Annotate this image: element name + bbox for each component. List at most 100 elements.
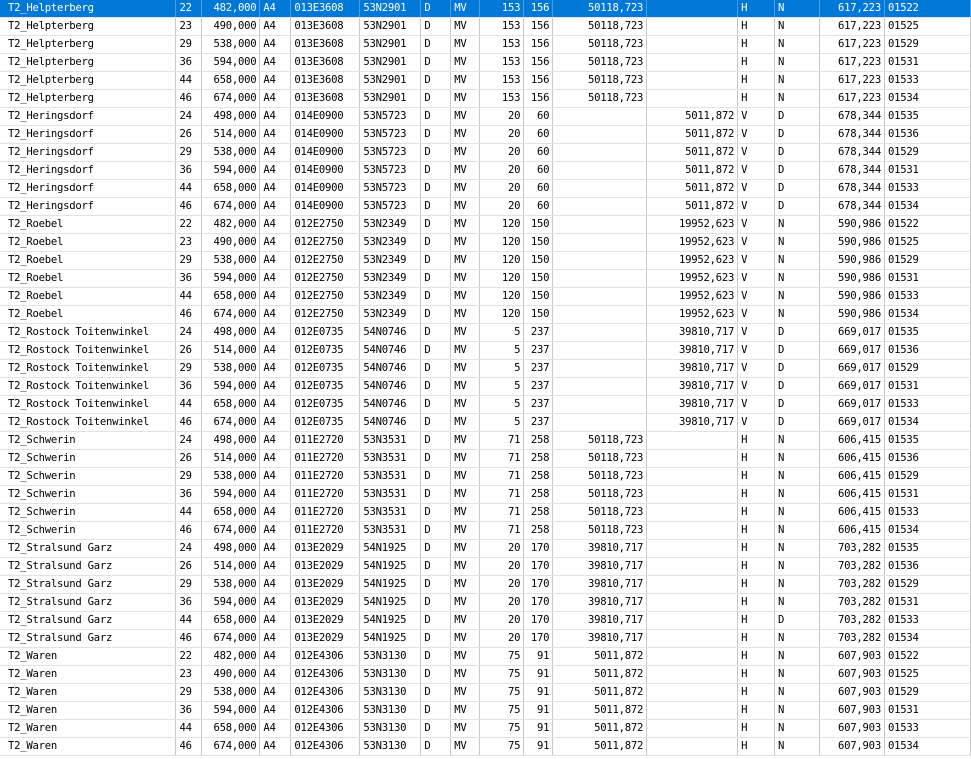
- table-cell[interactable]: 594,000: [201, 485, 261, 504]
- table-cell[interactable]: 01534: [884, 305, 971, 324]
- table-cell[interactable]: 617,223: [819, 53, 885, 72]
- table-cell[interactable]: 75: [479, 701, 525, 720]
- table-cell[interactable]: 54N1925: [359, 575, 422, 594]
- table-cell[interactable]: 22: [175, 215, 203, 234]
- table-cell[interactable]: D: [774, 107, 820, 126]
- table-cell[interactable]: V: [737, 233, 776, 252]
- table-cell[interactable]: 538,000: [201, 251, 261, 270]
- table-row[interactable]: T2_Helpterberg 23 490,000 A4 013E3608 53N2901…: [0, 17, 971, 36]
- table-cell[interactable]: 53N2901: [359, 89, 422, 108]
- table-cell[interactable]: A4: [259, 413, 292, 432]
- table-cell[interactable]: 53N2349: [359, 287, 422, 306]
- table-cell[interactable]: 658,000: [201, 287, 261, 306]
- table-row[interactable]: T2_Helpterberg 22 482,000 A4 013E3608 53N2901…: [0, 0, 971, 18]
- table-cell[interactable]: MV: [450, 665, 481, 684]
- table-cell[interactable]: 53N3531: [359, 503, 422, 522]
- table-cell[interactable]: 75: [479, 737, 525, 756]
- table-cell[interactable]: A4: [259, 89, 292, 108]
- table-cell[interactable]: [646, 521, 739, 540]
- table-cell[interactable]: 258: [523, 485, 554, 504]
- table-cell[interactable]: T2_Heringsdorf: [0, 107, 177, 126]
- table-cell[interactable]: 5011,872: [552, 665, 648, 684]
- table-cell[interactable]: A4: [259, 17, 292, 36]
- table-row[interactable]: T2_Rostock Toitenwinkel 44 658,000 A4 012E07…: [0, 395, 971, 414]
- table-cell[interactable]: 54N0746: [359, 341, 422, 360]
- table-cell[interactable]: D: [420, 323, 452, 342]
- table-cell[interactable]: 237: [523, 413, 554, 432]
- table-cell[interactable]: D: [420, 35, 452, 54]
- table-cell[interactable]: 156: [523, 71, 554, 90]
- table-cell[interactable]: MV: [450, 161, 481, 180]
- table-cell[interactable]: A4: [259, 665, 292, 684]
- table-cell[interactable]: 01533: [884, 179, 971, 198]
- table-cell[interactable]: 013E3608: [290, 89, 361, 108]
- table-cell[interactable]: 5: [479, 395, 525, 414]
- table-cell[interactable]: 498,000: [201, 107, 261, 126]
- table-cell[interactable]: 590,986: [819, 215, 885, 234]
- table-cell[interactable]: 01525: [884, 17, 971, 36]
- table-cell[interactable]: H: [737, 737, 776, 756]
- table-cell[interactable]: 606,415: [819, 449, 885, 468]
- table-cell[interactable]: A4: [259, 503, 292, 522]
- table-cell[interactable]: D: [420, 125, 452, 144]
- table-cell[interactable]: 50118,723: [552, 0, 648, 18]
- table-cell[interactable]: 44: [175, 611, 203, 630]
- table-cell[interactable]: 53N2349: [359, 269, 422, 288]
- table-cell[interactable]: 53N3531: [359, 431, 422, 450]
- table-cell[interactable]: 44: [175, 503, 203, 522]
- table-cell[interactable]: V: [737, 161, 776, 180]
- table-cell[interactable]: 012E0735: [290, 323, 361, 342]
- table-cell[interactable]: A4: [259, 179, 292, 198]
- table-cell[interactable]: 606,415: [819, 521, 885, 540]
- table-cell[interactable]: N: [774, 287, 820, 306]
- table-cell[interactable]: MV: [450, 575, 481, 594]
- table-cell[interactable]: 01534: [884, 413, 971, 432]
- table-cell[interactable]: 011E2720: [290, 449, 361, 468]
- table-cell[interactable]: 20: [479, 125, 525, 144]
- table-cell[interactable]: 29: [175, 143, 203, 162]
- table-cell[interactable]: 26: [175, 125, 203, 144]
- table-cell[interactable]: 606,415: [819, 431, 885, 450]
- table-cell[interactable]: 674,000: [201, 305, 261, 324]
- table-cell[interactable]: MV: [450, 53, 481, 72]
- table-cell[interactable]: 013E3608: [290, 0, 361, 18]
- table-cell[interactable]: A4: [259, 449, 292, 468]
- table-cell[interactable]: 50118,723: [552, 71, 648, 90]
- table-cell[interactable]: 011E2720: [290, 485, 361, 504]
- table-cell[interactable]: 617,223: [819, 71, 885, 90]
- table-cell[interactable]: A4: [259, 197, 292, 216]
- table-cell[interactable]: 54N1925: [359, 611, 422, 630]
- table-cell[interactable]: 53N5723: [359, 197, 422, 216]
- table-cell[interactable]: 5011,872: [552, 737, 648, 756]
- table-cell[interactable]: V: [737, 395, 776, 414]
- table-cell[interactable]: D: [420, 737, 452, 756]
- table-cell[interactable]: 36: [175, 161, 203, 180]
- table-cell[interactable]: 490,000: [201, 17, 261, 36]
- table-cell[interactable]: 50118,723: [552, 53, 648, 72]
- table-cell[interactable]: 75: [479, 647, 525, 666]
- table-cell[interactable]: 75: [479, 665, 525, 684]
- table-cell[interactable]: [646, 593, 739, 612]
- table-cell[interactable]: 20: [479, 575, 525, 594]
- table-cell[interactable]: MV: [450, 89, 481, 108]
- table-cell[interactable]: 23: [175, 233, 203, 252]
- table-cell[interactable]: 538,000: [201, 359, 261, 378]
- table-cell[interactable]: 53N3130: [359, 683, 422, 702]
- table-cell[interactable]: T2_Roebel: [0, 305, 177, 324]
- table-cell[interactable]: MV: [450, 341, 481, 360]
- table-cell[interactable]: 50118,723: [552, 89, 648, 108]
- table-row[interactable]: T2_Waren 22 482,000 A4 012E4306 53N3130 D MV 75 9…: [0, 647, 971, 666]
- table-cell[interactable]: T2_Waren: [0, 647, 177, 666]
- table-cell[interactable]: MV: [450, 413, 481, 432]
- table-cell[interactable]: [646, 683, 739, 702]
- table-cell[interactable]: T2_Stralsund Garz: [0, 611, 177, 630]
- table-cell[interactable]: D: [420, 431, 452, 450]
- table-cell[interactable]: 19952,623: [646, 287, 739, 306]
- table-cell[interactable]: 20: [479, 593, 525, 612]
- table-cell[interactable]: 617,223: [819, 89, 885, 108]
- table-cell[interactable]: [552, 197, 648, 216]
- table-cell[interactable]: [552, 179, 648, 198]
- table-cell[interactable]: 60: [523, 179, 554, 198]
- table-cell[interactable]: 46: [175, 89, 203, 108]
- table-cell[interactable]: T2_Heringsdorf: [0, 197, 177, 216]
